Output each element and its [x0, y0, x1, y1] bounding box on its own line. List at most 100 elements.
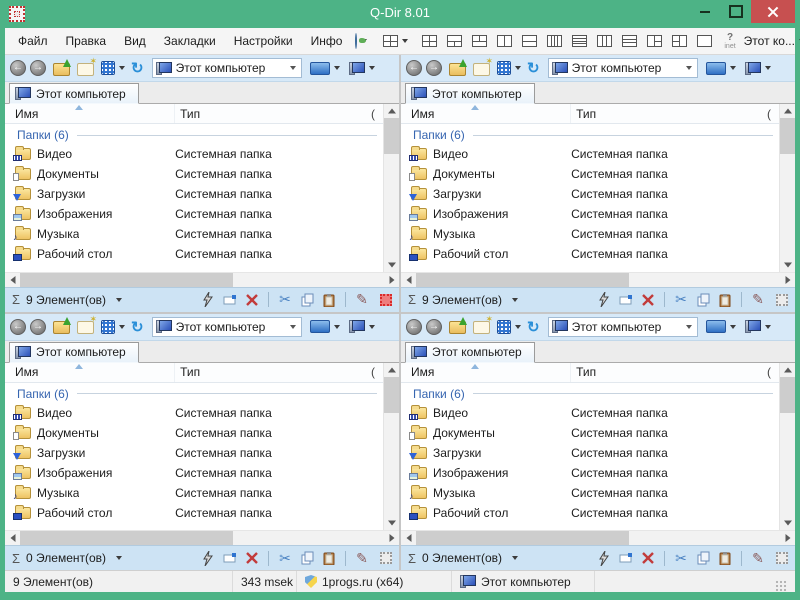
layout-4-columns-button[interactable] — [547, 35, 562, 47]
rename-icon[interactable] — [618, 550, 634, 566]
quick-target-button[interactable]: Этот ко... — [744, 34, 795, 48]
scroll-up-icon[interactable] — [780, 363, 795, 377]
cut-icon[interactable] — [277, 292, 293, 308]
vertical-scrollbar[interactable] — [779, 104, 795, 272]
column-header-partial[interactable]: ( — [371, 365, 383, 379]
file-row[interactable]: Документы Системная папка — [401, 164, 779, 184]
file-row[interactable]: Изображения Системная папка — [401, 463, 779, 483]
forward-button[interactable] — [30, 319, 46, 335]
scroll-down-icon[interactable] — [384, 258, 399, 272]
file-row[interactable]: Видео Системная папка — [5, 403, 383, 423]
scroll-up-icon[interactable] — [384, 363, 399, 377]
file-row[interactable]: ♪ Музыка Системная папка — [401, 483, 779, 503]
qdir-pane-toggle[interactable] — [776, 552, 788, 564]
column-header-type[interactable]: Тип — [175, 107, 371, 121]
scroll-left-icon[interactable] — [401, 273, 416, 287]
file-row[interactable]: ♪ Музыка Системная папка — [5, 224, 383, 244]
tab-this-computer[interactable]: Этот компьютер — [9, 83, 139, 104]
file-row[interactable]: Рабочий стол Системная папка — [5, 244, 383, 264]
goto-computer-dropdown-icon[interactable] — [369, 325, 375, 329]
vertical-scrollbar[interactable] — [383, 104, 399, 272]
layout-3-columns-button[interactable] — [597, 35, 612, 47]
scroll-down-icon[interactable] — [780, 258, 795, 272]
menu-file[interactable]: Файл — [9, 30, 57, 52]
horizontal-scrollbar[interactable] — [5, 530, 399, 545]
goto-computer-button[interactable] — [745, 62, 761, 75]
layout-3-left-button[interactable] — [672, 35, 687, 47]
cut-icon[interactable] — [673, 550, 689, 566]
column-header-type[interactable]: Тип — [571, 365, 767, 379]
menu-settings[interactable]: Настройки — [225, 30, 302, 52]
layout-picker-dropdown-icon[interactable] — [402, 39, 408, 43]
desktop-view-dropdown-icon[interactable] — [730, 325, 736, 329]
view-mode-dropdown-icon[interactable] — [119, 325, 125, 329]
scroll-down-icon[interactable] — [780, 516, 795, 530]
qdir-pane-toggle[interactable] — [776, 294, 788, 306]
layout-2-vertical-button[interactable] — [497, 35, 512, 47]
parent-folder-button[interactable] — [449, 61, 467, 76]
scroll-down-icon[interactable] — [384, 516, 399, 530]
new-folder-button[interactable] — [473, 61, 491, 76]
forward-button[interactable] — [30, 60, 46, 76]
refresh-button[interactable] — [131, 59, 144, 77]
file-row[interactable]: Рабочий стол Системная папка — [5, 503, 383, 523]
scroll-left-icon[interactable] — [5, 531, 20, 545]
goto-computer-dropdown-icon[interactable] — [765, 66, 771, 70]
view-mode-dropdown-icon[interactable] — [515, 66, 521, 70]
desktop-view-dropdown-icon[interactable] — [334, 325, 340, 329]
desktop-view-dropdown-icon[interactable] — [334, 66, 340, 70]
layout-3-bottom-button[interactable] — [447, 35, 462, 47]
resize-grip[interactable] — [775, 580, 787, 592]
goto-computer-dropdown-icon[interactable] — [369, 66, 375, 70]
file-row[interactable]: Загрузки Системная папка — [5, 443, 383, 463]
view-mode-button[interactable] — [101, 320, 115, 334]
horizontal-scrollbar[interactable] — [5, 272, 399, 287]
menu-view[interactable]: Вид — [115, 30, 155, 52]
copy-icon[interactable] — [299, 550, 315, 566]
view-mode-button[interactable] — [497, 320, 511, 334]
scroll-right-icon[interactable] — [780, 273, 795, 287]
layout-single-button[interactable] — [697, 35, 712, 47]
file-row[interactable]: Документы Системная папка — [5, 164, 383, 184]
address-combobox[interactable]: Этот компьютер — [152, 317, 302, 337]
column-header-name[interactable]: Имя — [401, 104, 571, 123]
file-row[interactable]: Видео Системная папка — [5, 144, 383, 164]
goto-computer-button[interactable] — [349, 62, 365, 75]
scroll-left-icon[interactable] — [401, 531, 416, 545]
horizontal-scrollbar[interactable] — [401, 272, 795, 287]
back-button[interactable] — [406, 60, 422, 76]
vertical-scroll-thumb[interactable] — [384, 118, 399, 154]
back-button[interactable] — [406, 319, 422, 335]
address-combobox[interactable]: Этот компьютер — [548, 317, 698, 337]
layout-3-rows-button[interactable] — [622, 35, 637, 47]
count-dropdown-icon[interactable] — [116, 298, 122, 302]
new-folder-button[interactable] — [77, 319, 95, 334]
file-row[interactable]: Документы Системная папка — [5, 423, 383, 443]
address-dropdown-icon[interactable] — [290, 66, 296, 70]
desktop-view-button[interactable] — [310, 320, 330, 333]
count-dropdown-icon[interactable] — [512, 556, 518, 560]
refresh-button[interactable] — [527, 59, 540, 77]
file-row[interactable]: Изображения Системная папка — [5, 463, 383, 483]
cut-icon[interactable] — [673, 292, 689, 308]
column-header-name[interactable]: Имя — [5, 363, 175, 382]
menu-info[interactable]: Инфо — [302, 30, 352, 52]
quick-actions-icon[interactable] — [200, 292, 216, 308]
layout-4-rows-button[interactable] — [572, 35, 587, 47]
horizontal-scroll-thumb[interactable] — [416, 531, 629, 545]
file-row[interactable]: ♪ Музыка Системная папка — [401, 224, 779, 244]
desktop-view-button[interactable] — [706, 320, 726, 333]
file-row[interactable]: Рабочий стол Системная папка — [401, 503, 779, 523]
edit-icon[interactable] — [750, 292, 766, 308]
delete-icon[interactable] — [640, 292, 656, 308]
scroll-right-icon[interactable] — [780, 531, 795, 545]
vertical-scrollbar[interactable] — [383, 363, 399, 531]
horizontal-scroll-thumb[interactable] — [416, 273, 629, 287]
horizontal-scrollbar[interactable] — [401, 530, 795, 545]
view-mode-button[interactable] — [101, 61, 115, 75]
qdir-pane-toggle[interactable] — [380, 552, 392, 564]
layout-3-right-button[interactable] — [647, 35, 662, 47]
address-combobox[interactable]: Этот компьютер — [548, 58, 698, 78]
count-dropdown-icon[interactable] — [512, 298, 518, 302]
horizontal-scroll-thumb[interactable] — [20, 531, 233, 545]
